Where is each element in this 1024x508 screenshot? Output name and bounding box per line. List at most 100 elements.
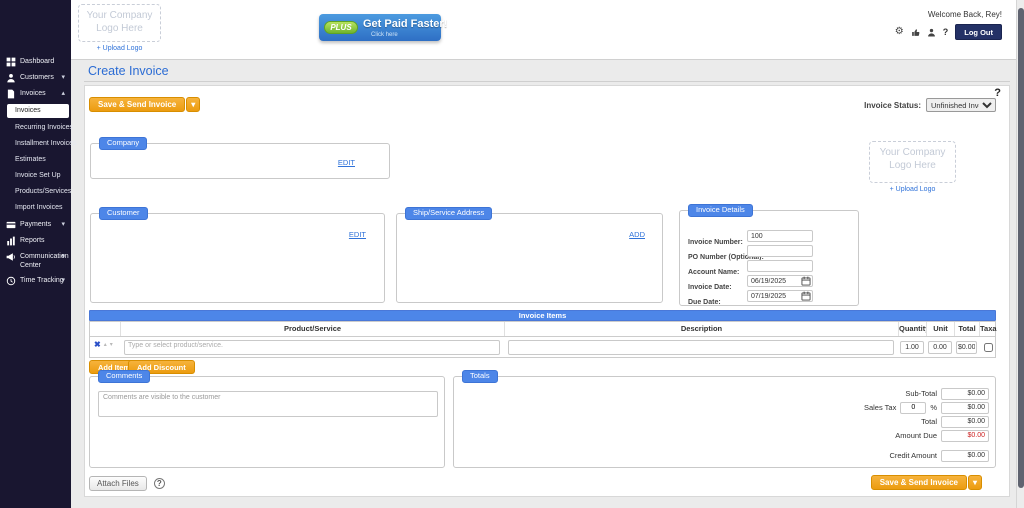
customer-edit-link[interactable]: EDIT xyxy=(349,230,366,239)
sidebar-subitem-invoices[interactable]: Invoices xyxy=(7,104,69,118)
sales-tax-rate-input[interactable] xyxy=(900,402,926,414)
sidebar-item-label: Reports xyxy=(20,236,45,246)
chevron-down-icon: ▾ xyxy=(61,74,65,82)
logout-button[interactable]: Log Out xyxy=(955,24,1002,40)
invoice-number-input[interactable] xyxy=(747,230,813,242)
amount-due-label: Amount Due xyxy=(895,431,937,440)
amount-due-row: Amount Due xyxy=(895,429,989,442)
description-column-header: Description xyxy=(504,322,898,336)
subtotal-value[interactable] xyxy=(941,388,989,400)
help-icon[interactable]: ? xyxy=(943,27,949,37)
total-row: Total xyxy=(921,415,989,428)
logo-placeholder-text: Your Company xyxy=(870,147,955,160)
ship-address-box: Ship/Service Address ADD xyxy=(396,213,663,303)
sidebar-item-label: Time Tracking xyxy=(20,276,64,286)
upload-logo-link-panel[interactable]: + Upload Logo xyxy=(869,186,956,193)
logo-placeholder-text: Your Company xyxy=(79,10,160,23)
save-send-caret-button-bottom[interactable]: ▾ xyxy=(968,475,982,490)
sidebar-item-payments[interactable]: Payments ▾ xyxy=(0,220,71,230)
sidebar: Dashboard Customers ▾ Invoices ▴ Invoice… xyxy=(0,0,71,508)
save-send-caret-button[interactable]: ▾ xyxy=(186,97,200,112)
account-name-input[interactable] xyxy=(747,260,813,272)
due-date-label: Due Date: xyxy=(688,299,721,306)
items-table-header: Product/Service Description Quantity Uni… xyxy=(89,321,996,337)
page-title: Create Invoice xyxy=(88,64,169,78)
move-row-down-icon[interactable]: ▾ xyxy=(110,342,113,349)
sidebar-subitem-import-invoices[interactable]: Import Invoices xyxy=(0,202,71,213)
move-row-up-icon[interactable]: ▴ xyxy=(104,342,107,349)
description-input[interactable] xyxy=(508,340,894,355)
line-total-input[interactable] xyxy=(956,341,977,354)
thumbs-up-icon[interactable] xyxy=(911,28,920,37)
chevron-down-icon: ▾ xyxy=(61,221,65,229)
save-send-split-button-top: Save & Send Invoice ▾ xyxy=(89,97,200,112)
percent-sign: % xyxy=(930,403,937,412)
attach-files-button[interactable]: Attach Files xyxy=(89,476,147,491)
quantity-input[interactable] xyxy=(900,341,924,354)
user-icon xyxy=(6,73,16,83)
sidebar-item-invoices[interactable]: Invoices ▴ xyxy=(0,89,71,99)
upload-logo-link[interactable]: + Upload Logo xyxy=(78,45,161,52)
scrollbar-thumb[interactable] xyxy=(1018,8,1024,488)
invoice-number-row: Invoice Number: xyxy=(688,231,852,244)
unit-price-input[interactable] xyxy=(928,341,952,354)
sidebar-subitem-estimates[interactable]: Estimates xyxy=(0,154,71,165)
invoice-logo-placeholder[interactable]: Your Company Logo Here xyxy=(869,141,956,183)
save-send-invoice-button[interactable]: Save & Send Invoice xyxy=(89,97,185,112)
sidebar-item-dashboard[interactable]: Dashboard xyxy=(0,57,71,67)
company-box: Company EDIT xyxy=(90,143,390,179)
calendar-icon[interactable] xyxy=(801,276,811,286)
save-send-invoice-button-bottom[interactable]: Save & Send Invoice xyxy=(871,475,967,490)
save-send-split-button-bottom: Save & Send Invoice ▾ xyxy=(871,475,982,490)
invoice-file-icon xyxy=(6,89,16,99)
company-logo-placeholder[interactable]: Your Company Logo Here xyxy=(78,4,161,42)
po-number-input[interactable] xyxy=(747,245,813,257)
sidebar-subitem-invoice-set-up[interactable]: Invoice Set Up xyxy=(0,170,71,181)
plus-badge: PLUS xyxy=(324,21,358,34)
logo-placeholder-text: Logo Here xyxy=(870,160,955,173)
taxable-checkbox[interactable] xyxy=(984,343,993,352)
get-paid-faster-banner[interactable]: PLUS Get Paid Faster! Click here xyxy=(319,14,441,41)
credit-amount-value[interactable] xyxy=(941,450,989,462)
product-service-input[interactable] xyxy=(124,340,500,355)
megaphone-icon xyxy=(6,252,16,262)
sidebar-item-reports[interactable]: Reports xyxy=(0,236,71,246)
row-actions-column-header xyxy=(90,322,120,336)
attach-help-icon[interactable]: ? xyxy=(154,478,165,489)
totals-box: Totals Sub-Total Sales Tax % Total Amoun… xyxy=(453,376,996,468)
credit-amount-label: Credit Amount xyxy=(889,451,937,460)
invoice-status-label: Invoice Status: xyxy=(864,101,921,110)
page-scrollbar[interactable] xyxy=(1016,0,1024,508)
chevron-up-icon: ▴ xyxy=(61,90,65,98)
sales-tax-value[interactable] xyxy=(941,402,989,414)
subtotal-row: Sub-Total xyxy=(905,387,989,400)
ship-address-add-link[interactable]: ADD xyxy=(629,230,645,239)
sidebar-subitem-products-services[interactable]: Products/Services xyxy=(0,186,71,197)
sidebar-item-customers[interactable]: Customers ▾ xyxy=(0,73,71,83)
attach-files-area: Attach Files ? xyxy=(89,476,165,491)
app-window: Dashboard Customers ▾ Invoices ▴ Invoice… xyxy=(0,0,1024,508)
sidebar-subitem-installment-invoices[interactable]: Installment Invoices xyxy=(0,138,71,149)
invoice-status-select[interactable]: Unfinished Invoices xyxy=(926,98,996,112)
sidebar-subitem-recurring-invoices[interactable]: Recurring Invoices xyxy=(0,122,71,133)
title-divider xyxy=(84,81,1010,82)
sidebar-item-communication-center[interactable]: Communication Center ▾ xyxy=(0,252,71,270)
account-name-label: Account Name: xyxy=(688,269,739,276)
calendar-icon[interactable] xyxy=(801,291,811,301)
comments-textarea[interactable] xyxy=(98,391,438,417)
total-value[interactable] xyxy=(941,416,989,428)
gear-icon[interactable]: ⚙ xyxy=(895,27,904,37)
sidebar-item-time-tracking[interactable]: Time Tracking ▾ xyxy=(0,276,71,286)
company-edit-link[interactable]: EDIT xyxy=(338,158,355,167)
invoice-items-header-bar: Invoice Items xyxy=(89,310,996,321)
logo-placeholder-text: Logo Here xyxy=(79,23,160,36)
ship-address-legend: Ship/Service Address xyxy=(405,207,492,220)
create-invoice-panel: ? Save & Send Invoice ▾ Invoice Status: … xyxy=(84,85,1010,497)
banner-click-here[interactable]: Click here xyxy=(371,32,398,38)
delete-row-icon[interactable]: ✖ xyxy=(94,341,101,349)
user-icon[interactable] xyxy=(927,28,936,37)
totals-legend: Totals xyxy=(462,370,498,383)
invoice-date-label: Invoice Date: xyxy=(688,284,732,291)
top-header: Your Company Logo Here + Upload Logo PLU… xyxy=(71,0,1016,60)
comments-box: Comments xyxy=(89,376,445,468)
